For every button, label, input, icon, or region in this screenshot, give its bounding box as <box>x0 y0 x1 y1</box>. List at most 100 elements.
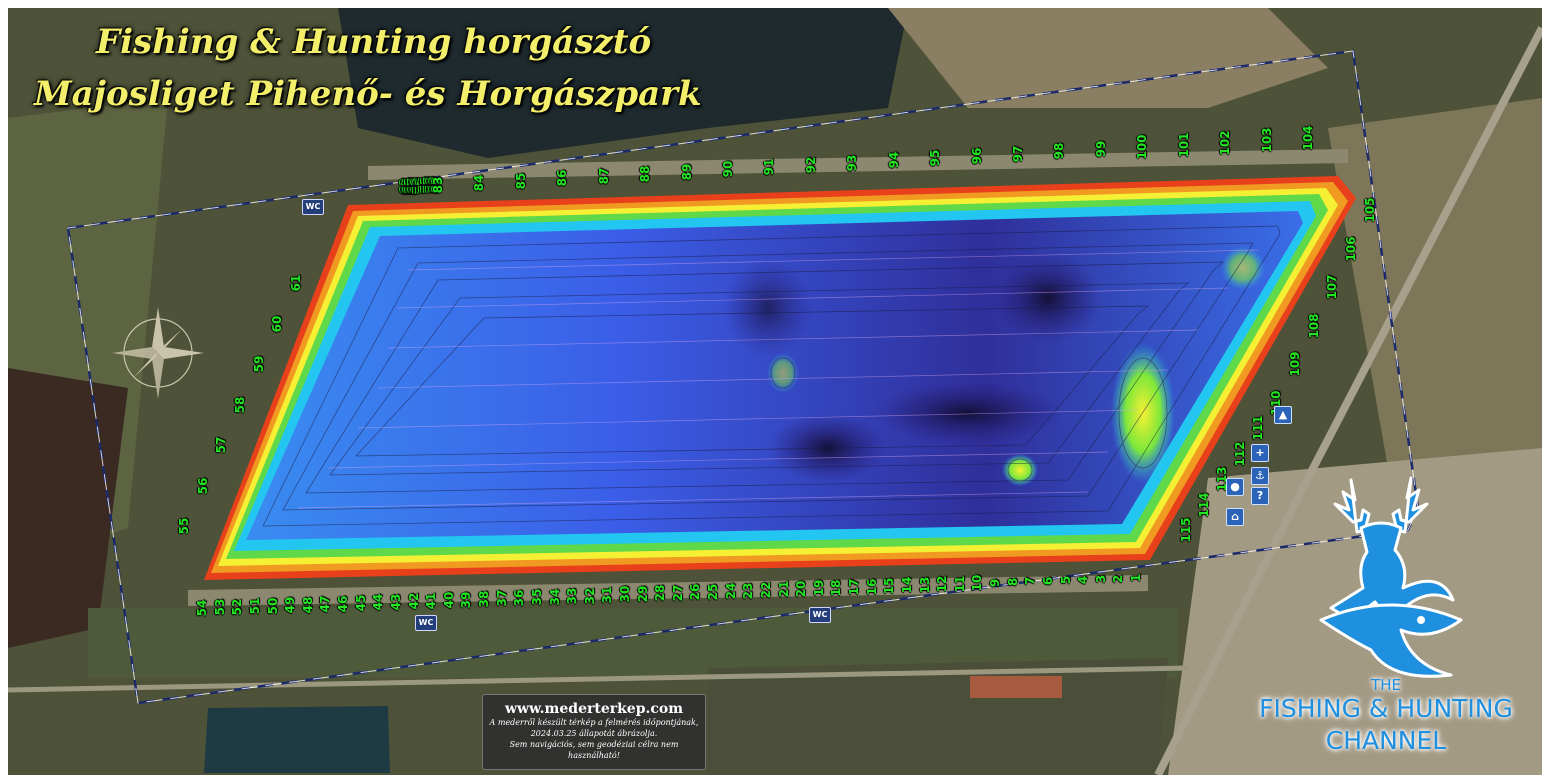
peg-number: 1 <box>1129 573 1143 583</box>
peg-number: 50 <box>265 597 280 615</box>
peg-number: 57 <box>214 436 229 454</box>
peg-number: 115 <box>1179 517 1193 543</box>
map-subtitle: Majosliget Pihenő- és Horgászpark <box>34 74 702 114</box>
first-aid-icon: + <box>1251 444 1269 462</box>
peg-number: 37 <box>494 590 509 607</box>
peg-number: 90 <box>721 160 735 178</box>
peg-number: 20 <box>794 580 809 598</box>
peg-number: 86 <box>555 169 570 187</box>
peg-number: 108 <box>1306 313 1321 339</box>
peg-number: 92 <box>803 156 818 174</box>
peg-number: 19 <box>811 579 826 597</box>
peg-number: 60 <box>270 315 285 332</box>
peg-number: 24 <box>723 582 738 600</box>
peg-number: 14 <box>899 577 914 594</box>
peg-number: 28 <box>653 584 668 602</box>
peg-number: 105 <box>1363 197 1377 223</box>
peg-number: 32 <box>582 587 597 604</box>
wc-marker-south-west: WC <box>415 615 437 631</box>
peg-number: 84 <box>472 174 487 192</box>
peg-number: 3 <box>1093 574 1108 584</box>
peg-number: 39 <box>459 591 474 608</box>
peg-number: 104 <box>1301 125 1315 151</box>
peg-number: 9 <box>988 578 1002 587</box>
peg-number: 25 <box>706 583 721 600</box>
map-title: Fishing & Hunting horgásztó <box>96 22 652 62</box>
peg-number: 29 <box>635 585 650 603</box>
peg-number: 47 <box>318 595 333 613</box>
survey-info-box: www.mederterkep.com A mederről készült t… <box>482 694 706 770</box>
peg-number: 43 <box>388 593 403 611</box>
peg-number: 11 <box>952 575 967 593</box>
peg-number: 21 <box>776 580 791 598</box>
info-line-1: A mederről készült térkép a felmérés idő… <box>489 718 699 727</box>
peg-number: 16 <box>864 578 879 595</box>
peg-number: 49 <box>283 596 298 614</box>
peg-number: 2 <box>1111 574 1126 583</box>
shallow-shoal <box>1111 343 1175 483</box>
peg-number: 22 <box>758 581 773 599</box>
peg-number: 5 <box>1058 576 1073 585</box>
peg-number: 94 <box>886 152 901 169</box>
peg-number: 100 <box>1135 134 1150 160</box>
peg-number: 111 <box>1251 415 1265 441</box>
peg-number: 46 <box>336 595 350 612</box>
peg-number: 40 <box>441 591 456 609</box>
info-line-2: 2024.03.25 állapotát ábrázolja. <box>530 729 658 738</box>
peg-number: 15 <box>882 577 897 595</box>
peg-number: 95 <box>928 149 943 167</box>
info-line-3: Sem navigációs, sem geodéziai célra nem … <box>509 740 679 760</box>
peg-number: 7 <box>1023 577 1038 586</box>
peg-number: 97 <box>1011 145 1025 163</box>
peg-number: 87 <box>596 167 611 185</box>
peg-number: 41 <box>424 592 439 609</box>
peg-number: 56 <box>195 477 210 494</box>
peg-number: 61 <box>289 274 303 292</box>
peg-number: 30 <box>617 586 632 603</box>
red-roof-building <box>970 676 1062 698</box>
peg-number: 98 <box>1052 143 1067 160</box>
peg-number: 33 <box>565 587 580 605</box>
peg-number: 91 <box>762 158 777 176</box>
peg-number: 107 <box>1325 274 1340 300</box>
peg-number: 58 <box>233 396 247 413</box>
peg-number: 88 <box>638 165 653 183</box>
peg-number: 36 <box>512 589 527 607</box>
peg-number: 35 <box>529 588 544 606</box>
peg-number: 54 <box>195 599 209 617</box>
peg-number: 31 <box>600 586 615 604</box>
peg-number: 52 <box>230 598 245 616</box>
reception-icon: ⌂ <box>1226 508 1244 526</box>
logo-the: THE <box>1371 676 1401 694</box>
peg-number: 51 <box>247 597 262 615</box>
wc-marker-north: WC <box>302 199 324 215</box>
peg-number: 93 <box>845 154 860 171</box>
peg-number: 114 <box>1197 492 1211 518</box>
peg-number: 103 <box>1259 127 1274 153</box>
peg-number: 96 <box>969 147 984 165</box>
map-frame: Fishing & Hunting horgásztó Majosliget P… <box>8 8 1542 775</box>
peg-number: 12 <box>935 575 950 593</box>
peg-number: 27 <box>670 584 685 602</box>
peg-number: 59 <box>251 355 266 373</box>
peg-number: 99 <box>1093 140 1108 158</box>
peg-number: 42 <box>406 592 421 610</box>
wc-marker-south: WC <box>809 607 831 623</box>
peg-number: 8 <box>1005 577 1020 587</box>
peg-number: 48 <box>300 596 315 613</box>
peg-number: 53 <box>212 599 227 616</box>
peg-number: 89 <box>679 163 694 180</box>
logo-channel: CHANNEL <box>1325 726 1447 755</box>
peg-number: 6 <box>1040 576 1055 585</box>
peg-number: 109 <box>1287 351 1302 377</box>
peg-number: 10 <box>970 574 985 592</box>
parking-icon: ● <box>1226 478 1244 496</box>
peg-number: 44 <box>371 593 386 611</box>
peg-number: 112 <box>1233 441 1247 467</box>
peg-number: 85 <box>513 172 528 189</box>
peg-number: 23 <box>741 582 756 599</box>
peg-number: 102 <box>1218 129 1233 156</box>
peg-number: 45 <box>353 594 368 612</box>
peg-number: 38 <box>477 590 491 608</box>
peg-number: 83 <box>431 176 445 194</box>
